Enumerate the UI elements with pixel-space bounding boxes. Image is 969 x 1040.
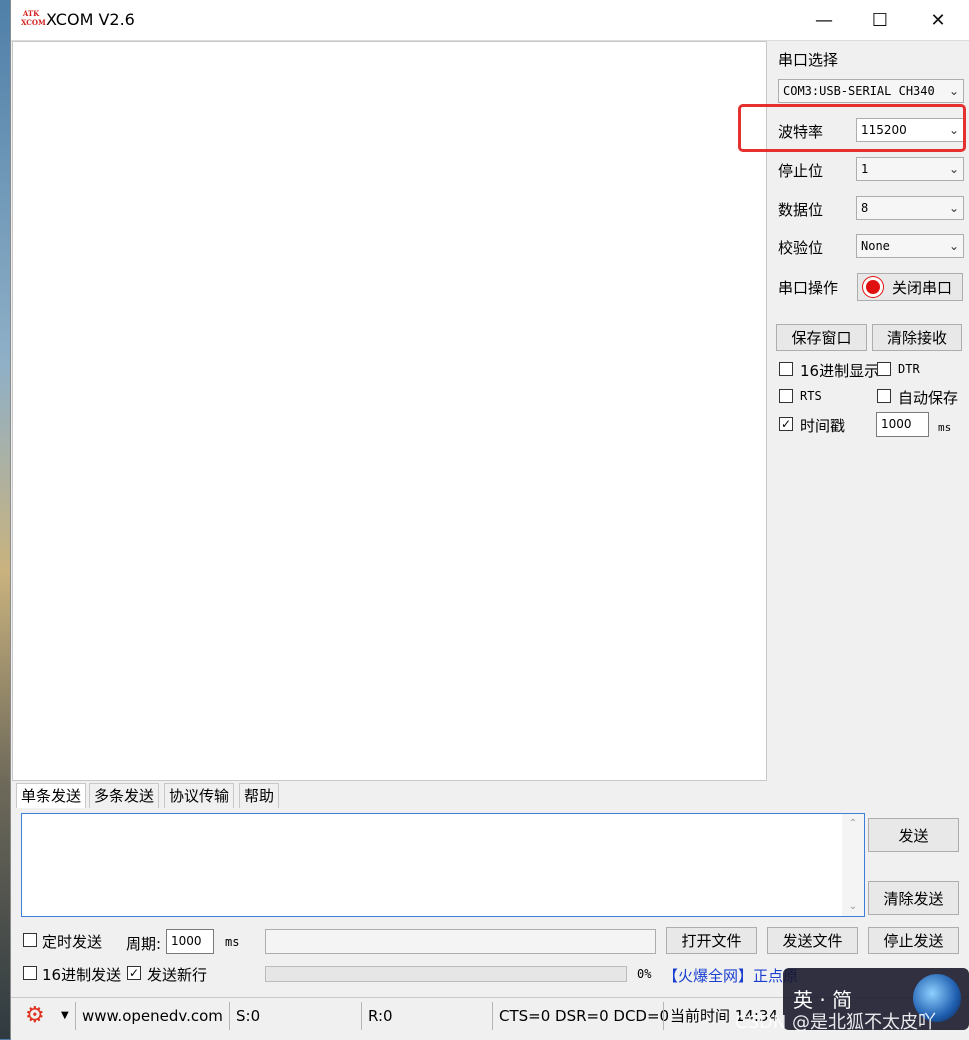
port-select[interactable]: COM3:USB-SERIAL CH340 ⌄ [778,79,964,103]
file-path-input[interactable] [265,929,656,954]
scroll-up-icon[interactable]: ⌃ [842,818,864,829]
dtr-label: DTR [898,362,920,376]
chevron-down-icon: ⌄ [948,84,959,98]
hex-display-label: 16进制显示 [800,362,880,380]
newline-label: 发送新行 [147,966,208,984]
app-logo: ATK XCOM [21,9,46,27]
led-red-icon [866,280,880,294]
hex-send-checkbox[interactable] [23,966,37,980]
send-button[interactable]: 发送 [868,818,959,852]
parity-select[interactable]: None ⌄ [856,234,964,258]
auto-save-label: 自动保存 [898,389,959,407]
stop-send-button[interactable]: 停止发送 [868,927,959,954]
send-progress-bar [265,966,627,982]
watermark: CSDN @是北狐不太皮吖 [735,1012,937,1033]
dtr-checkbox[interactable] [877,362,891,376]
hex-display-checkbox[interactable] [779,362,793,376]
tab-multi-send[interactable]: 多条发送 [89,783,160,808]
receive-area[interactable] [12,41,767,781]
status-lines: CTS=0 DSR=0 DCD=0 [492,1002,669,1030]
timestamp-checkbox[interactable]: ✓ [779,417,793,431]
checkmark-icon: ✓ [128,966,140,980]
clear-receive-button[interactable]: 清除接收 [872,324,962,351]
open-file-button[interactable]: 打开文件 [666,927,757,954]
timed-send-checkbox[interactable] [23,933,37,947]
auto-save-checkbox[interactable] [877,389,891,403]
period-unit: ms [225,935,240,949]
status-url[interactable]: www.openedv.com [75,1002,223,1030]
timestamp-label: 时间戳 [800,417,846,435]
send-textarea[interactable] [21,813,865,917]
maximize-button[interactable]: ☐ [852,0,908,40]
title-bar: ATK XCOM XCOM V2.6 — ☐ ✕ [11,0,969,41]
port-select-label: 串口选择 [778,51,839,69]
rts-label: RTS [800,389,822,403]
highlight-box [738,104,966,152]
tab-protocol[interactable]: 协议传输 [164,783,235,808]
stopbits-select[interactable]: 1 ⌄ [856,157,964,181]
checkmark-icon: ✓ [780,417,792,431]
timestamp-unit: ms [938,421,952,434]
send-scrollbar[interactable]: ⌃ ⌄ [842,814,864,916]
tab-help[interactable]: 帮助 [239,783,280,808]
window-title: XCOM V2.6 [46,10,135,29]
chevron-down-icon: ⌄ [948,201,959,215]
minimize-button[interactable]: — [796,0,852,40]
stopbits-label: 停止位 [778,162,824,180]
chevron-down-icon: ⌄ [948,162,959,176]
close-window-button[interactable]: ✕ [910,0,966,40]
status-received: R:0 [361,1002,393,1030]
progress-text: 0% [637,967,652,981]
parity-label: 校验位 [778,239,824,257]
period-label: 周期: [126,935,162,953]
send-file-button[interactable]: 发送文件 [767,927,858,954]
save-window-button[interactable]: 保存窗口 [776,324,867,351]
timestamp-interval-input[interactable]: 1000 [876,412,929,437]
timed-send-label: 定时发送 [42,933,103,951]
port-op-label: 串口操作 [778,279,839,297]
rts-checkbox[interactable] [779,389,793,403]
close-port-button[interactable]: 关闭串口 [857,273,963,301]
hex-send-label: 16进制发送 [42,966,122,984]
tab-single-send[interactable]: 单条发送 [16,783,87,808]
newline-checkbox[interactable]: ✓ [127,966,141,980]
period-input[interactable]: 1000 [166,929,214,954]
databits-select[interactable]: 8 ⌄ [856,196,964,220]
scroll-down-icon[interactable]: ⌄ [842,901,864,912]
settings-gear-icon[interactable]: ⚙ [25,1002,45,1030]
chevron-down-icon: ⌄ [948,239,959,253]
dropdown-arrow-icon[interactable]: ▼ [61,1002,69,1030]
ad-link[interactable]: 【火爆全网】正点原 [663,965,798,986]
clear-send-button[interactable]: 清除发送 [868,881,959,915]
xcom-window: ATK XCOM XCOM V2.6 — ☐ ✕ 串口选择 COM3:USB-S… [10,0,969,1040]
databits-label: 数据位 [778,201,824,219]
status-sent: S:0 [229,1002,260,1030]
